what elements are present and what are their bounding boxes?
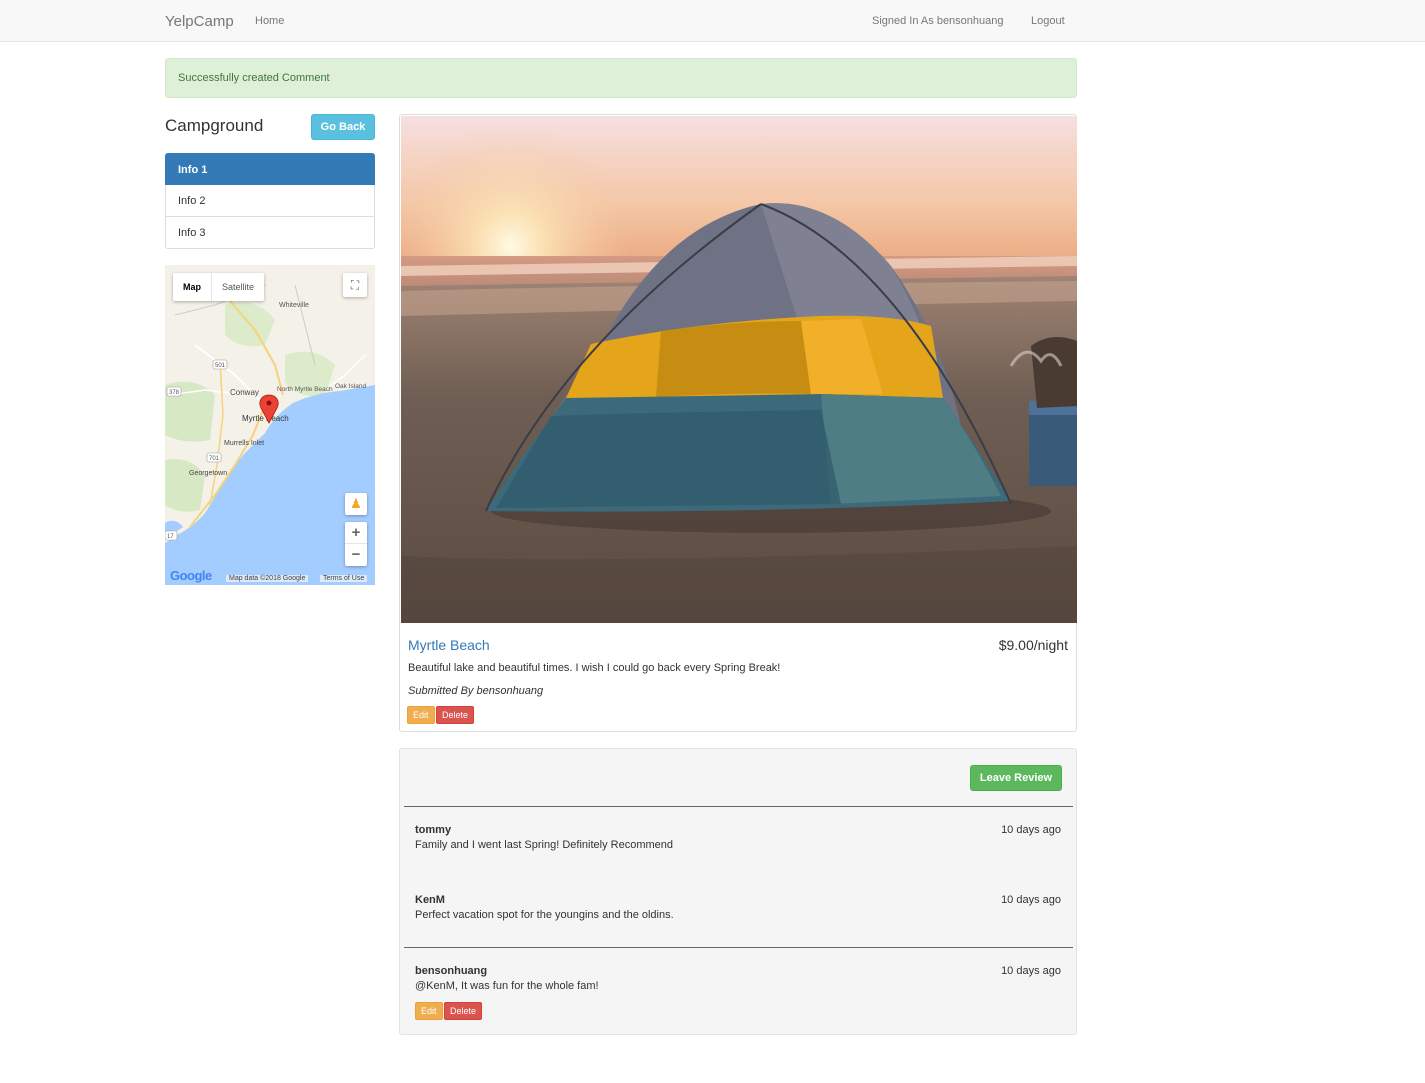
campground-card: Myrtle Beach $9.00/night Beautiful lake … (399, 114, 1077, 732)
info-item-2[interactable]: Info 2 (165, 185, 375, 217)
signed-in-link[interactable]: Signed In As bensonhuang (872, 15, 1004, 27)
place-whiteville: Whiteville (279, 302, 309, 309)
zoom-control: + − (345, 522, 367, 566)
alert-message: Successfully created Comment (178, 72, 330, 84)
comment-author: bensonhuang (415, 965, 488, 977)
delete-campground-button[interactable]: Delete (436, 706, 475, 724)
google-logo: Google (170, 568, 212, 583)
fullscreen-icon[interactable]: ⛶ (343, 273, 367, 297)
comment-text: Perfect vacation spot for the youngins a… (415, 909, 674, 921)
map-type-map[interactable]: Map (173, 273, 212, 301)
comment-text: @KenM, It was fun for the whole fam! (415, 980, 599, 992)
place-georgetown: Georgetown (189, 470, 227, 477)
comment-author: KenM (415, 894, 445, 906)
divider (404, 947, 1073, 948)
campground-photo (401, 116, 1077, 623)
home-link[interactable]: Home (255, 15, 284, 27)
comment-text: Family and I went last Spring! Definitel… (415, 839, 673, 851)
campground-name[interactable]: Myrtle Beach (408, 637, 490, 653)
zoom-out-button[interactable]: − (345, 544, 367, 566)
map-canvas: 501 378 701 17 Whiteville Conway North M… (165, 265, 375, 585)
navbar: YelpCamp Home Signed In As bensonhuang L… (0, 0, 1425, 42)
campground-description: Beautiful lake and beautiful times. I wi… (408, 662, 781, 674)
shield-378: 378 (169, 390, 180, 396)
sidebar-title: Campground (165, 116, 264, 135)
shield-701: 701 (209, 456, 220, 462)
comment-time: 10 days ago (1001, 894, 1061, 906)
reviews-panel: Leave Review tommy 10 days ago Family an… (399, 748, 1077, 1035)
google-map[interactable]: 501 378 701 17 Whiteville Conway North M… (165, 265, 375, 585)
delete-comment-button[interactable]: Delete (444, 1002, 483, 1020)
map-terms-link[interactable]: Terms of Use (320, 575, 368, 582)
divider (404, 806, 1073, 807)
campground-price: $9.00/night (998, 637, 1068, 653)
pegman-icon[interactable]: ♟ (345, 493, 367, 515)
brand-link[interactable]: YelpCamp (165, 13, 234, 30)
edit-comment-button[interactable]: Edit (415, 1002, 443, 1020)
go-back-button[interactable]: Go Back (311, 114, 375, 140)
comment-author: tommy (415, 824, 452, 836)
edit-campground-button[interactable]: Edit (407, 706, 435, 724)
map-type-satellite[interactable]: Satellite (212, 273, 264, 301)
shield-501: 501 (215, 363, 226, 369)
success-alert: Successfully created Comment (165, 58, 1077, 98)
leave-review-button[interactable]: Leave Review (970, 765, 1062, 791)
logout-link[interactable]: Logout (1031, 15, 1065, 27)
place-conway: Conway (230, 388, 259, 397)
comment-time: 10 days ago (1001, 824, 1061, 836)
place-murrells-inlet: Murrells Inlet (224, 440, 264, 447)
comment-time: 10 days ago (1001, 965, 1061, 977)
place-north-myrtle-beach: North Myrtle Beach (277, 386, 333, 393)
place-oak-island: Oak Island (335, 383, 366, 390)
info-item-3[interactable]: Info 3 (165, 217, 375, 249)
shield-17: 17 (167, 534, 174, 540)
info-item-1[interactable]: Info 1 (165, 153, 375, 185)
campground-author: Submitted By bensonhuang (408, 685, 544, 697)
map-footer: Google Map data ©2018 Google Terms of Us… (165, 568, 375, 585)
map-attribution: Map data ©2018 Google (226, 575, 309, 582)
map-type-toggle: Map Satellite (173, 273, 265, 301)
info-list: Info 1 Info 2 Info 3 (165, 153, 375, 249)
zoom-in-button[interactable]: + (345, 522, 367, 544)
